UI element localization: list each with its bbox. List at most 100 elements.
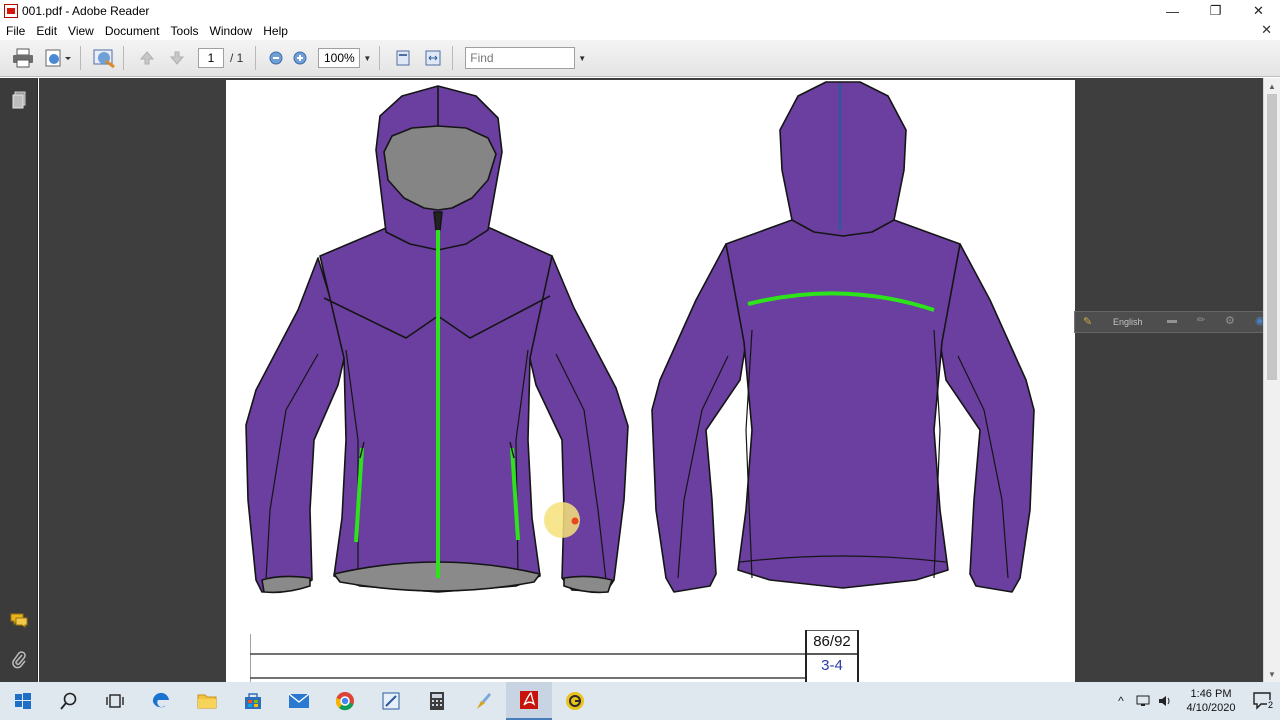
zoom-level-input[interactable]: 100% bbox=[318, 48, 361, 68]
store-icon bbox=[245, 693, 261, 709]
size-table-grid bbox=[249, 629, 859, 682]
toolbar: 1 / 1 100% ▼ Find ▼ bbox=[0, 40, 1280, 77]
snipping-taskbar-button[interactable] bbox=[368, 682, 414, 720]
collaborate-icon bbox=[93, 49, 115, 69]
scroll-up-icon[interactable]: ▲ bbox=[1264, 78, 1280, 94]
zoom-in-button[interactable] bbox=[290, 45, 310, 71]
paint-taskbar-button[interactable] bbox=[460, 682, 506, 720]
store-taskbar-button[interactable] bbox=[230, 682, 276, 720]
jacket-technical-drawing bbox=[245, 81, 1035, 594]
document-viewport[interactable]: 86/92 3-4 bbox=[39, 78, 1263, 682]
taskbar-clock[interactable]: 1:46 PM 4/10/2020 bbox=[1176, 687, 1246, 715]
pdf-page: 86/92 3-4 bbox=[226, 80, 1075, 682]
scroll-down-icon[interactable]: ▼ bbox=[1264, 666, 1280, 682]
pages-panel-button[interactable] bbox=[9, 90, 29, 110]
edge-icon bbox=[152, 692, 169, 708]
pen-icon[interactable]: ✏ bbox=[1197, 315, 1205, 326]
fit-width-icon bbox=[425, 50, 441, 66]
previous-page-button[interactable] bbox=[134, 45, 160, 71]
notification-count: 2 bbox=[1266, 700, 1274, 710]
clock-date: 4/10/2020 bbox=[1186, 702, 1236, 714]
document-close-button[interactable]: ✕ bbox=[1261, 22, 1272, 38]
save-icon bbox=[45, 49, 71, 67]
menu-file[interactable]: File bbox=[0, 24, 30, 38]
search-button[interactable] bbox=[46, 682, 92, 720]
toolbar-separator bbox=[452, 46, 454, 70]
zoom-out-icon bbox=[269, 51, 283, 65]
action-center-button[interactable]: 2 bbox=[1246, 682, 1280, 720]
windows-start-icon bbox=[15, 693, 31, 709]
page-number-input[interactable]: 1 bbox=[198, 48, 224, 68]
save-button[interactable] bbox=[40, 45, 74, 71]
network-icon[interactable] bbox=[1132, 682, 1154, 720]
next-page-button[interactable] bbox=[164, 45, 190, 71]
find-dropdown-icon[interactable]: ▼ bbox=[578, 54, 586, 63]
file-explorer-icon bbox=[197, 694, 217, 709]
menu-document[interactable]: Document bbox=[99, 24, 165, 38]
jacket-back bbox=[651, 81, 1035, 593]
toolbar-separator bbox=[123, 46, 124, 70]
calculator-taskbar-button[interactable] bbox=[414, 682, 460, 720]
menu-bar: File Edit View Document Tools Window Hel… bbox=[0, 22, 1280, 39]
task-view-button[interactable] bbox=[92, 682, 138, 720]
file-explorer-taskbar-button[interactable] bbox=[184, 682, 230, 720]
restore-button[interactable]: ❐ bbox=[1194, 0, 1237, 22]
scroll-thumb[interactable] bbox=[1267, 94, 1277, 380]
paint-icon bbox=[477, 693, 491, 709]
page-total: / 1 bbox=[230, 51, 244, 65]
toolbar-separator bbox=[379, 46, 381, 70]
menu-tools[interactable]: Tools bbox=[165, 24, 204, 38]
chrome-taskbar-button[interactable] bbox=[322, 682, 368, 720]
show-hidden-icons-icon[interactable]: ^ bbox=[1110, 682, 1132, 720]
search-icon bbox=[60, 692, 77, 710]
size-cell: 86/92 bbox=[813, 633, 851, 650]
toolbar-separator bbox=[255, 46, 257, 70]
mail-icon bbox=[288, 693, 310, 708]
close-button[interactable]: ✕ bbox=[1237, 0, 1280, 22]
menu-help[interactable]: Help bbox=[257, 24, 293, 38]
settings-icon[interactable]: ⚙ bbox=[1225, 314, 1235, 327]
adobe-reader-taskbar-button[interactable] bbox=[506, 682, 552, 720]
calculator-icon bbox=[430, 692, 444, 710]
recorder-taskbar-button[interactable] bbox=[552, 682, 598, 720]
language-label[interactable]: English bbox=[1113, 317, 1143, 327]
title-bar: 001.pdf - Adobe Reader — ❐ ✕ bbox=[0, 0, 1280, 22]
window-title: 001.pdf - Adobe Reader bbox=[22, 4, 150, 18]
keyboard-icon[interactable]: ▬ bbox=[1167, 315, 1177, 326]
print-button[interactable] bbox=[10, 45, 36, 71]
clock-time: 1:46 PM bbox=[1190, 688, 1232, 700]
menu-edit[interactable]: Edit bbox=[30, 24, 62, 38]
edge-taskbar-button[interactable] bbox=[138, 682, 184, 720]
comments-panel-button[interactable] bbox=[9, 610, 29, 630]
vertical-scrollbar[interactable]: ▲ ▼ bbox=[1263, 78, 1280, 682]
zoom-out-button[interactable] bbox=[266, 45, 286, 71]
next-page-icon bbox=[169, 51, 185, 65]
mail-taskbar-button[interactable] bbox=[276, 682, 322, 720]
fit-page-button[interactable] bbox=[390, 45, 416, 71]
previous-page-icon bbox=[139, 51, 155, 65]
language-bar[interactable]: ✎ English ▬ ✏ ⚙ ◉ bbox=[1074, 311, 1272, 333]
cursor-dot bbox=[571, 517, 579, 525]
fit-page-icon bbox=[396, 50, 410, 66]
menu-window[interactable]: Window bbox=[204, 24, 258, 38]
fit-width-button[interactable] bbox=[420, 45, 446, 71]
comments-icon bbox=[10, 613, 28, 628]
collaborate-button[interactable] bbox=[91, 45, 117, 71]
recorder-icon bbox=[566, 692, 584, 710]
navigation-panel bbox=[0, 78, 38, 682]
age-cell: 3-4 bbox=[821, 657, 843, 674]
taskbar: ^ 1:46 PM 4/10/2020 2 bbox=[0, 682, 1280, 720]
zoom-dropdown-icon[interactable]: ▼ bbox=[363, 54, 371, 63]
volume-icon[interactable] bbox=[1154, 682, 1176, 720]
snipping-icon bbox=[382, 692, 400, 710]
attachments-panel-button[interactable] bbox=[9, 650, 29, 670]
menu-view[interactable]: View bbox=[62, 24, 99, 38]
toolbar-separator bbox=[80, 46, 81, 70]
minimize-button[interactable]: — bbox=[1151, 0, 1194, 22]
zoom-in-icon bbox=[293, 51, 307, 65]
language-icon[interactable]: ✎ bbox=[1083, 315, 1092, 328]
find-input[interactable]: Find bbox=[465, 47, 576, 69]
start-button[interactable] bbox=[0, 682, 46, 720]
print-icon bbox=[13, 48, 33, 68]
system-tray: ^ 1:46 PM 4/10/2020 2 bbox=[1110, 682, 1280, 720]
